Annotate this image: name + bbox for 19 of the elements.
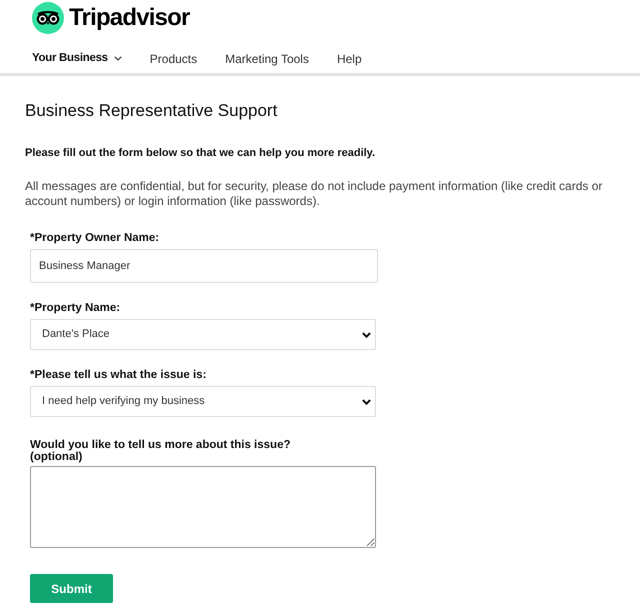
dropdown-select[interactable]: I need help verifying my business bbox=[30, 386, 376, 417]
nav-menu-item[interactable]: Your Business bbox=[32, 50, 122, 68]
logo-wordmark[interactable]: Tripadvisor bbox=[69, 6, 190, 30]
intro-text: Please fill out the form below so that we can help you more readily. bbox=[25, 146, 376, 160]
field-label: Would you like to tell us more about this issue? (optional) bbox=[30, 439, 292, 463]
privacy-notice: All messages are confidential, but for security, please do not include payment information (like credit cards or account numbers) or login information (like passwords). bbox=[25, 179, 604, 209]
dropdown-select[interactable]: Dante's Place bbox=[30, 319, 376, 350]
owner-name-input[interactable]: Business Manager bbox=[30, 249, 378, 283]
nav-link[interactable]: Marketing Tools bbox=[225, 50, 309, 68]
nav-link[interactable]: Help bbox=[336, 50, 362, 68]
chevron-down-icon bbox=[114, 56, 122, 61]
chevron-down-icon bbox=[362, 332, 371, 338]
field-label: *Property Owner Name: bbox=[30, 232, 160, 244]
field-label: *Property Name: bbox=[30, 302, 122, 314]
nav-link[interactable]: Products bbox=[150, 50, 198, 68]
page-title: Business Representative Support bbox=[25, 100, 278, 122]
message-textarea[interactable] bbox=[30, 466, 376, 548]
field-label: *Please tell us what the issue is: bbox=[30, 369, 208, 381]
chevron-down-icon bbox=[362, 398, 371, 404]
